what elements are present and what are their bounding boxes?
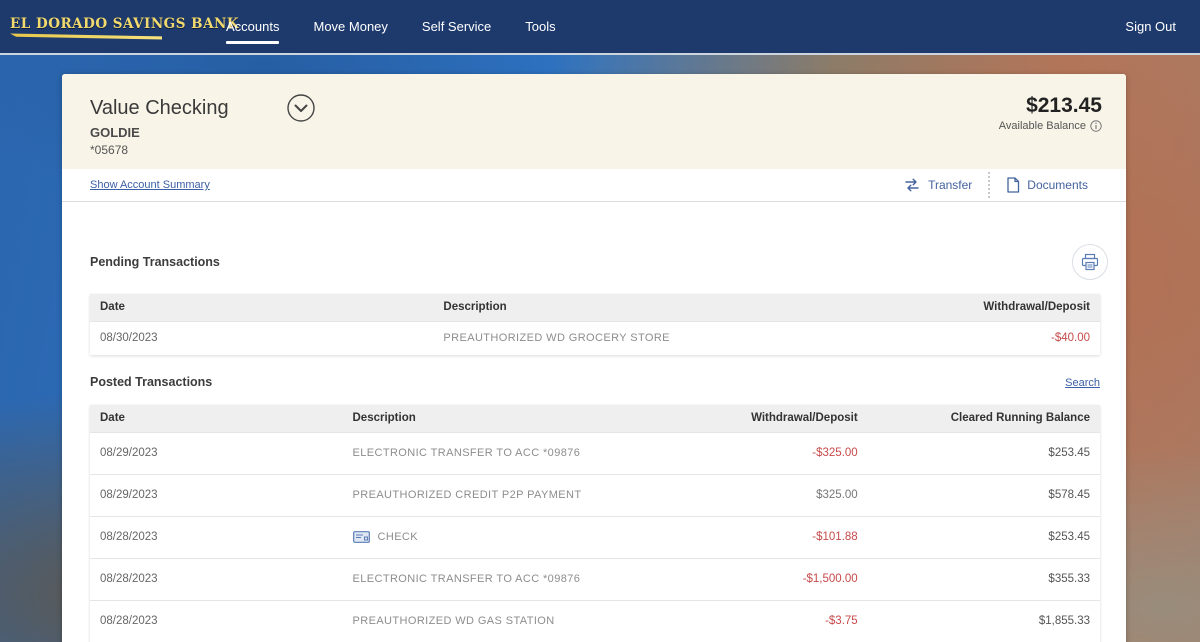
transaction-description: PREAUTHORIZED CREDIT P2P PAYMENT	[353, 489, 582, 501]
nav-tab-accounts[interactable]: Accounts	[226, 0, 279, 53]
show-account-summary-link[interactable]: Show Account Summary	[90, 179, 210, 191]
documents-label: Documents	[1027, 178, 1088, 192]
document-icon	[1006, 177, 1020, 193]
nav-tab-self-service[interactable]: Self Service	[422, 0, 491, 53]
nav-tab-move-money[interactable]: Move Money	[313, 0, 387, 53]
transaction-date: 08/28/2023	[90, 558, 343, 600]
available-balance-amount: $213.45	[999, 94, 1102, 118]
pending-transactions-table: Date Description Withdrawal/Deposit 08/3…	[90, 294, 1100, 355]
page-background: Value Checking GOLDIE *05678 $213.45 Ava…	[0, 55, 1200, 642]
account-number: *05678	[90, 143, 315, 157]
account-title: Value Checking	[90, 97, 229, 120]
posted-col-description: Description	[343, 405, 717, 432]
transaction-date: 08/29/2023	[90, 432, 343, 474]
posted-col-balance: Cleared Running Balance	[868, 405, 1100, 432]
account-header: Value Checking GOLDIE *05678 $213.45 Ava…	[62, 74, 1126, 169]
bank-logo[interactable]: EL DORADO SAVINGS BANK	[10, 16, 170, 40]
pending-col-date: Date	[90, 294, 433, 321]
posted-transactions-title: Posted Transactions	[90, 375, 212, 389]
info-icon[interactable]	[1090, 120, 1102, 132]
print-button[interactable]	[1072, 244, 1108, 280]
transaction-amount: -$101.88	[716, 516, 868, 558]
posted-transaction-row[interactable]: 08/29/2023 ELECTRONIC TRANSFER TO ACC *0…	[90, 432, 1100, 474]
top-navigation-bar: EL DORADO SAVINGS BANK Accounts Move Mon…	[0, 0, 1200, 53]
pending-transactions-title: Pending Transactions	[90, 255, 220, 269]
transaction-date: 08/29/2023	[90, 474, 343, 516]
posted-transaction-row[interactable]: 08/28/2023 ELECTRONIC TRANSFER TO ACC *0…	[90, 558, 1100, 600]
transaction-running-balance: $1,855.33	[868, 600, 1100, 642]
account-card: Value Checking GOLDIE *05678 $213.45 Ava…	[62, 74, 1126, 642]
sign-out-button[interactable]: Sign Out	[1125, 19, 1176, 34]
transaction-running-balance: $253.45	[868, 432, 1100, 474]
transaction-date: 08/28/2023	[90, 516, 343, 558]
transaction-amount: -$40.00	[898, 321, 1100, 355]
printer-icon	[1081, 253, 1099, 271]
transaction-description: ELECTRONIC TRANSFER TO ACC *09876	[353, 447, 581, 459]
posted-col-amount: Withdrawal/Deposit	[716, 405, 868, 432]
transaction-amount: -$1,500.00	[716, 558, 868, 600]
transaction-date: 08/30/2023	[90, 321, 433, 355]
posted-table-header-row: Date Description Withdrawal/Deposit Clea…	[90, 405, 1100, 432]
transaction-amount: -$325.00	[716, 432, 868, 474]
bank-logo-text: EL DORADO SAVINGS BANK	[10, 16, 170, 32]
transfer-button[interactable]: Transfer	[887, 178, 988, 192]
posted-transaction-row[interactable]: 08/28/2023 CHECK -$101.88 $253.45	[90, 516, 1100, 558]
account-collapse-chevron-icon[interactable]	[287, 94, 315, 122]
transfer-icon	[903, 178, 921, 192]
transaction-description: PREAUTHORIZED WD GROCERY STORE	[433, 321, 898, 355]
transaction-running-balance: $355.33	[868, 558, 1100, 600]
account-action-row: Show Account Summary Transfer	[62, 169, 1126, 202]
transaction-running-balance: $578.45	[868, 474, 1100, 516]
pending-transaction-row[interactable]: 08/30/2023 PREAUTHORIZED WD GROCERY STOR…	[90, 321, 1100, 355]
pending-table-header-row: Date Description Withdrawal/Deposit	[90, 294, 1100, 321]
posted-col-date: Date	[90, 405, 343, 432]
transaction-date: 08/28/2023	[90, 600, 343, 642]
pending-col-amount: Withdrawal/Deposit	[898, 294, 1100, 321]
documents-button[interactable]: Documents	[990, 177, 1104, 193]
posted-transactions-table: Date Description Withdrawal/Deposit Clea…	[90, 405, 1100, 642]
check-image-icon[interactable]	[353, 531, 370, 543]
primary-nav: Accounts Move Money Self Service Tools	[226, 0, 556, 53]
available-balance-label: Available Balance	[999, 120, 1086, 132]
nav-tab-tools[interactable]: Tools	[525, 0, 555, 53]
account-nickname: GOLDIE	[90, 125, 315, 140]
bank-logo-swoosh	[10, 33, 162, 40]
posted-transaction-row[interactable]: 08/29/2023 PREAUTHORIZED CREDIT P2P PAYM…	[90, 474, 1100, 516]
pending-col-description: Description	[433, 294, 898, 321]
transaction-description: CHECK	[378, 531, 419, 543]
search-link[interactable]: Search	[1065, 377, 1100, 389]
posted-transaction-row[interactable]: 08/28/2023 PREAUTHORIZED WD GAS STATION …	[90, 600, 1100, 642]
transaction-amount: $325.00	[716, 474, 868, 516]
transaction-description: PREAUTHORIZED WD GAS STATION	[353, 615, 555, 627]
transaction-description: ELECTRONIC TRANSFER TO ACC *09876	[353, 573, 581, 585]
transaction-amount: -$3.75	[716, 600, 868, 642]
transfer-label: Transfer	[928, 178, 972, 192]
transaction-running-balance: $253.45	[868, 516, 1100, 558]
